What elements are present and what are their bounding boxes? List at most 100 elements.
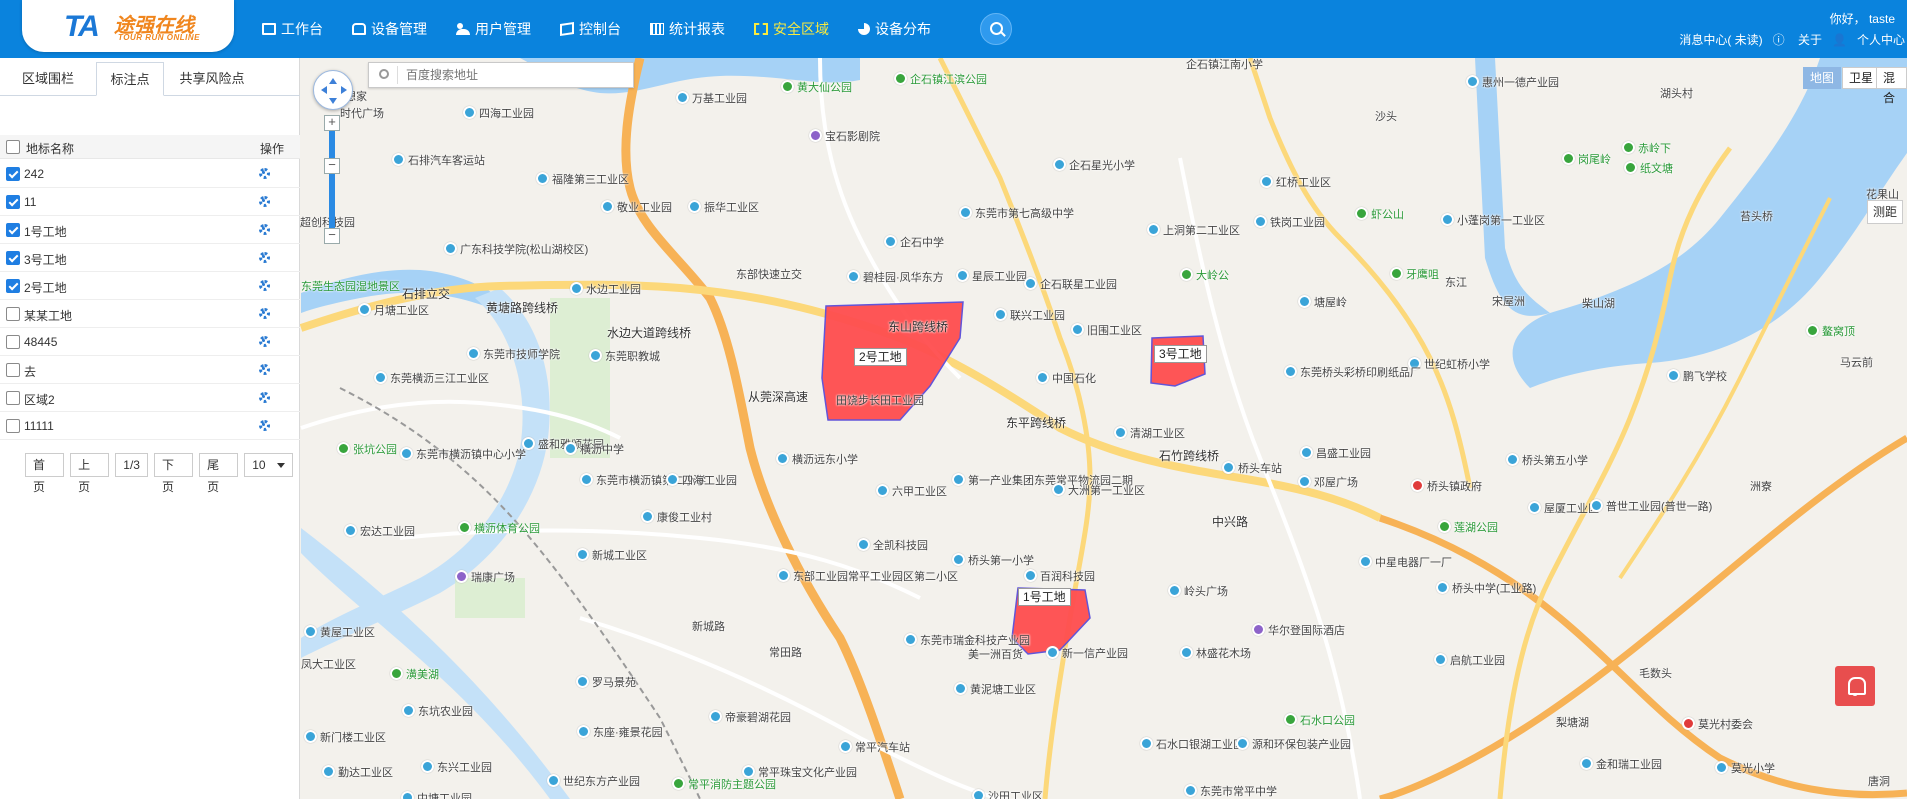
poi-marker-icon[interactable]	[401, 791, 414, 799]
poi-marker-icon[interactable]	[1236, 737, 1249, 750]
poi-marker-icon[interactable]	[781, 80, 794, 93]
poi-marker-icon[interactable]	[1222, 461, 1235, 474]
nav-workbench[interactable]: 工作台	[262, 19, 323, 39]
poi-marker-icon[interactable]	[1140, 737, 1153, 750]
poi-marker-icon[interactable]	[884, 235, 897, 248]
arrow-left-icon[interactable]	[317, 86, 327, 94]
poi-marker-icon[interactable]	[1024, 569, 1037, 582]
poi-marker-icon[interactable]	[536, 172, 549, 185]
poi-marker-icon[interactable]	[1624, 161, 1637, 174]
global-search-button[interactable]	[980, 13, 1012, 45]
row-checkbox[interactable]	[6, 363, 20, 377]
tab-shared-risk-points[interactable]: 共享风险点	[164, 62, 260, 96]
poi-marker-icon[interactable]	[1284, 713, 1297, 726]
poi-marker-icon[interactable]	[641, 510, 654, 523]
poi-marker-icon[interactable]	[1667, 369, 1680, 382]
poi-marker-icon[interactable]	[1052, 483, 1065, 496]
landmark-row[interactable]: 去	[0, 356, 300, 384]
poi-marker-icon[interactable]	[876, 484, 889, 497]
poi-marker-icon[interactable]	[1506, 453, 1519, 466]
landmark-row[interactable]: 某某工地	[0, 300, 300, 328]
poi-marker-icon[interactable]	[972, 789, 985, 799]
poi-marker-icon[interactable]	[421, 760, 434, 773]
poi-marker-icon[interactable]	[467, 347, 480, 360]
prev-page-button[interactable]: 上页	[70, 453, 110, 494]
gear-icon[interactable]	[259, 252, 270, 263]
landmark-row[interactable]: 区域2	[0, 384, 300, 412]
landmark-row[interactable]: 242	[0, 160, 300, 188]
last-page-button[interactable]: 尾页	[199, 453, 239, 494]
poi-marker-icon[interactable]	[1390, 267, 1403, 280]
poi-marker-icon[interactable]	[577, 725, 590, 738]
first-page-button[interactable]: 首页	[25, 453, 65, 494]
poi-marker-icon[interactable]	[809, 129, 822, 142]
poi-marker-icon[interactable]	[390, 667, 403, 680]
landmark-row[interactable]: 11111	[0, 412, 300, 440]
row-checkbox[interactable]	[6, 279, 20, 293]
poi-marker-icon[interactable]	[672, 777, 685, 790]
brand-logo[interactable]: TA 途强在线 TOUR RUN ONLINE	[22, 0, 234, 52]
message-center-link[interactable]: 消息中心( 未读)	[1679, 31, 1762, 48]
poi-marker-icon[interactable]	[570, 282, 583, 295]
poi-marker-icon[interactable]	[1053, 158, 1066, 171]
nav-reports[interactable]: 统计报表	[650, 19, 725, 39]
nav-device-management[interactable]: 设备管理	[352, 19, 427, 39]
poi-marker-icon[interactable]	[1252, 623, 1265, 636]
poi-marker-icon[interactable]	[1114, 426, 1127, 439]
poi-marker-icon[interactable]	[1436, 581, 1449, 594]
landmark-row[interactable]: 1号工地	[0, 216, 300, 244]
zoom-handle[interactable]: −	[324, 158, 340, 174]
poi-marker-icon[interactable]	[666, 473, 679, 486]
row-checkbox[interactable]	[6, 419, 20, 433]
landmark-row[interactable]: 3号工地	[0, 244, 300, 272]
poi-marker-icon[interactable]	[589, 349, 602, 362]
gear-icon[interactable]	[259, 280, 270, 291]
poi-marker-icon[interactable]	[1580, 757, 1593, 770]
poi-marker-icon[interactable]	[564, 442, 577, 455]
poi-marker-icon[interactable]	[1715, 761, 1728, 774]
poi-marker-icon[interactable]	[1024, 277, 1037, 290]
poi-marker-icon[interactable]	[676, 91, 689, 104]
poi-marker-icon[interactable]	[304, 730, 317, 743]
poi-marker-icon[interactable]	[1438, 520, 1451, 533]
poi-marker-icon[interactable]	[1168, 584, 1181, 597]
poi-marker-icon[interactable]	[1254, 215, 1267, 228]
row-checkbox[interactable]	[6, 391, 20, 405]
poi-marker-icon[interactable]	[959, 206, 972, 219]
map-pan-control[interactable]	[313, 70, 353, 110]
poi-marker-icon[interactable]	[1562, 152, 1575, 165]
poi-marker-icon[interactable]	[1298, 475, 1311, 488]
poi-marker-icon[interactable]	[1434, 653, 1447, 666]
poi-marker-icon[interactable]	[344, 524, 357, 537]
landmark-row[interactable]: 2号工地	[0, 272, 300, 300]
poi-marker-icon[interactable]	[1184, 784, 1197, 797]
poi-marker-icon[interactable]	[337, 442, 350, 455]
poi-marker-icon[interactable]	[576, 675, 589, 688]
poi-marker-icon[interactable]	[304, 625, 317, 638]
poi-marker-icon[interactable]	[954, 682, 967, 695]
row-checkbox[interactable]	[6, 335, 20, 349]
row-checkbox[interactable]	[6, 251, 20, 265]
gear-icon[interactable]	[259, 336, 270, 347]
poi-marker-icon[interactable]	[400, 447, 413, 460]
poi-marker-icon[interactable]	[580, 473, 593, 486]
map-canvas[interactable]: 万基工业园 黄大仙公园 企石镇江滨公园 企石镇江南小学 惠州一德产业园 湖头村 四海工业园宝…	[300, 58, 1907, 799]
gear-icon[interactable]	[259, 308, 270, 319]
poi-marker-icon[interactable]	[463, 106, 476, 119]
row-checkbox[interactable]	[6, 195, 20, 209]
zoom-out-button[interactable]: −	[324, 228, 340, 244]
arrow-up-icon[interactable]	[329, 74, 337, 84]
nav-console[interactable]: 控制台	[560, 19, 621, 39]
poi-marker-icon[interactable]	[1284, 365, 1297, 378]
poi-marker-icon[interactable]	[1260, 175, 1273, 188]
poi-marker-icon[interactable]	[777, 569, 790, 582]
row-checkbox[interactable]	[6, 307, 20, 321]
gear-icon[interactable]	[259, 364, 270, 375]
poi-marker-icon[interactable]	[374, 371, 387, 384]
poi-marker-icon[interactable]	[1071, 323, 1084, 336]
personal-center-link[interactable]: 👤 个人中心	[1832, 31, 1905, 48]
poi-marker-icon[interactable]	[1180, 268, 1193, 281]
gear-icon[interactable]	[259, 168, 270, 179]
poi-marker-icon[interactable]	[392, 153, 405, 166]
maptype-satellite-button[interactable]: 卫星	[1842, 67, 1881, 89]
